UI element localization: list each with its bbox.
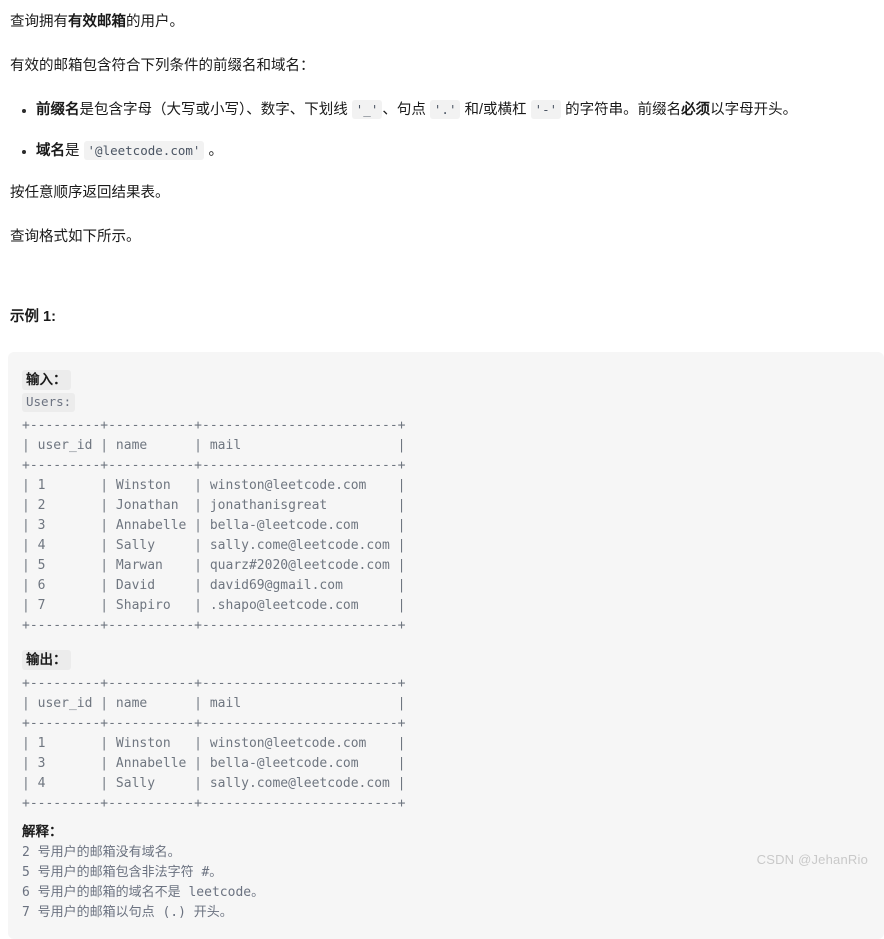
explanation-line-3: 6 号用户的邮箱的域名不是 leetcode。 — [22, 884, 265, 900]
explanation-line-1: 2 号用户的邮箱没有域名。 — [22, 844, 181, 860]
input-section: 输入： Users: +---------+-----------+------… — [22, 369, 884, 636]
example-heading: 示例 1: — [10, 308, 56, 325]
intro-paragraph-4: 查询格式如下所示。 — [10, 228, 141, 245]
rule1-text-2: 、句点 — [382, 101, 430, 118]
intro-text-pre: 查询拥有 — [10, 14, 68, 30]
rule1-text-1: 是包含字母（大写或小写）、数字、下划线 — [79, 101, 352, 118]
intro-paragraph-3: 按任意顺序返回结果表。 — [10, 185, 170, 201]
rule1-text-5: 以字母开头。 — [710, 101, 798, 118]
watermark: CSDN @JehanRio — [756, 852, 868, 867]
rule1-bold-lead: 前缀名 — [36, 101, 80, 118]
intro-paragraph-2: 有效的邮箱包含符合下列条件的前缀名和域名： — [10, 57, 315, 74]
explanation-line-2: 5 号用户的邮箱包含非法字符 #。 — [22, 864, 223, 880]
rule-item-prefix: 前缀名是包含字母（大写或小写）、数字、下划线 '_' 、句点 '.' 和/或横杠 … — [22, 99, 874, 122]
rule2-text-1: 是 — [65, 143, 84, 160]
output-label: 输出： — [22, 649, 71, 670]
rule2-text-2: 。 — [204, 143, 223, 160]
code-chip-domain: '@leetcode.com' — [83, 141, 205, 161]
example-code-block: 输入： Users: +---------+-----------+------… — [8, 351, 884, 939]
explanation-label: 解释： — [22, 823, 63, 839]
rule-item-domain: 域名是 '@leetcode.com' 。 — [22, 141, 874, 163]
explanation-line-4: 7 号用户的邮箱以句点 (.) 开头。 — [22, 904, 233, 920]
input-label: 输入： — [22, 369, 71, 390]
code-block-inner: 输入： Users: +---------+-----------+------… — [8, 369, 884, 923]
rules-list: 前缀名是包含字母（大写或小写）、数字、下划线 '_' 、句点 '.' 和/或横杠 … — [10, 99, 874, 164]
output-ascii-table: +---------+-----------+-----------------… — [22, 675, 406, 811]
code-chip-underscore: '_' — [351, 99, 383, 119]
intro-text-post: 的用户。 — [126, 14, 184, 30]
intro-paragraph-1: 查询拥有有效邮箱的用户。 — [10, 12, 874, 34]
output-section: 输出： +---------+-----------+-------------… — [22, 649, 884, 814]
explanation-section: 解释： 2 号用户的邮箱没有域名。 5 号用户的邮箱包含非法字符 #。 6 号用… — [22, 822, 884, 923]
rule2-bold-lead: 域名 — [36, 143, 65, 160]
input-table-name: Users: — [22, 392, 76, 412]
rule1-text-3: 和/或横杠 — [460, 101, 531, 118]
code-chip-period: '.' — [429, 99, 461, 119]
code-chip-hyphen: '-' — [530, 99, 562, 119]
rule1-bold-must: 必须 — [681, 101, 711, 118]
input-ascii-table: +---------+-----------+-----------------… — [22, 417, 406, 633]
intro-text-bold: 有效邮箱 — [68, 14, 126, 30]
rule1-text-4: 的字符串。前缀名 — [561, 101, 682, 118]
document-body: 查询拥有有效邮箱的用户。 有效的邮箱包含符合下列条件的前缀名和域名： 前缀名是包… — [0, 0, 884, 326]
